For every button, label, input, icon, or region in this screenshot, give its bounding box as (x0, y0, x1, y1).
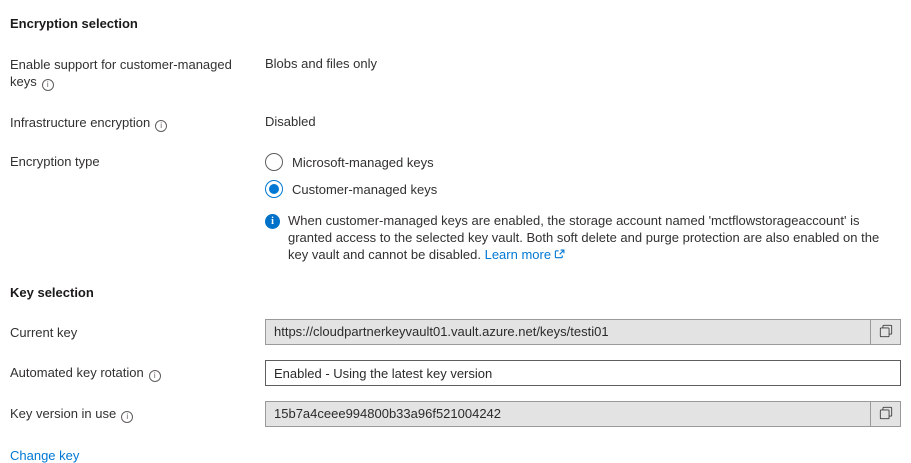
radio-option-microsoft-managed-keys[interactable]: Microsoft-managed keys (265, 153, 901, 171)
encryption-type-label-col: Encryption type (10, 153, 265, 170)
radio-option-label: Microsoft-managed keys (292, 155, 434, 170)
copy-icon (879, 406, 893, 423)
cmk-support-value-col: Blobs and files only (265, 56, 901, 71)
info-banner-text: When customer-managed keys are enabled, … (288, 212, 901, 264)
key-version-info-icon[interactable]: i (121, 411, 133, 423)
current-key-row: Current key https://cloudpartnerkeyvault… (10, 319, 901, 345)
current-key-label: Current key (10, 325, 77, 340)
radio-unselected-icon (265, 153, 283, 171)
infrastructure-encryption-label: Infrastructure encryption (10, 115, 150, 130)
automated-key-rotation-info-icon[interactable]: i (149, 370, 161, 382)
key-version-value-col: 15b7a4ceee994800b33a96f521004242 (265, 401, 901, 427)
cmk-support-label-col: Enable support for customer-managed keys… (10, 56, 265, 91)
current-key-field[interactable]: https://cloudpartnerkeyvault01.vault.azu… (265, 319, 901, 345)
automated-key-rotation-input[interactable] (265, 360, 901, 386)
infrastructure-encryption-info-icon[interactable]: i (155, 120, 167, 132)
current-key-value-col: https://cloudpartnerkeyvault01.vault.azu… (265, 319, 901, 345)
copy-icon (879, 324, 893, 341)
encryption-type-label: Encryption type (10, 154, 100, 169)
info-banner-icon: i (265, 214, 280, 229)
external-link-icon (554, 248, 565, 263)
automated-key-rotation-label: Automated key rotation (10, 365, 144, 380)
cmk-support-row: Enable support for customer-managed keys… (10, 56, 901, 91)
cmk-info-banner: i When customer-managed keys are enabled… (265, 212, 901, 264)
info-banner-message: When customer-managed keys are enabled, … (288, 213, 879, 262)
encryption-selection-heading: Encryption selection (10, 16, 901, 31)
key-version-row: Key version in use i 15b7a4ceee994800b33a… (10, 401, 901, 427)
radio-option-customer-managed-keys[interactable]: Customer-managed keys (265, 180, 901, 198)
radio-option-label: Customer-managed keys (292, 182, 437, 197)
automated-key-rotation-label-col: Automated key rotation i (10, 364, 265, 382)
change-key-link[interactable]: Change key (10, 448, 79, 463)
copy-current-key-button[interactable] (870, 320, 900, 344)
copy-key-version-button[interactable] (870, 402, 900, 426)
infrastructure-encryption-row: Infrastructure encryption i Disabled (10, 114, 901, 132)
encryption-type-value-col: Microsoft-managed keys Customer-managed … (265, 153, 901, 264)
learn-more-link[interactable]: Learn more (485, 247, 551, 262)
infrastructure-encryption-value: Disabled (265, 114, 316, 129)
key-version-field[interactable]: 15b7a4ceee994800b33a96f521004242 (265, 401, 901, 427)
current-key-value: https://cloudpartnerkeyvault01.vault.azu… (266, 320, 870, 344)
key-version-label-col: Key version in use i (10, 405, 265, 423)
automated-key-rotation-value-col (265, 360, 901, 386)
key-version-label: Key version in use (10, 406, 116, 421)
key-version-value: 15b7a4ceee994800b33a96f521004242 (266, 402, 870, 426)
current-key-label-col: Current key (10, 324, 265, 341)
encryption-settings-page: Encryption selection Enable support for … (0, 0, 911, 463)
infrastructure-encryption-value-col: Disabled (265, 114, 901, 129)
radio-selected-icon (265, 180, 283, 198)
key-selection-heading: Key selection (10, 285, 901, 300)
cmk-support-value: Blobs and files only (265, 56, 377, 71)
cmk-support-info-icon[interactable]: i (42, 79, 54, 91)
encryption-type-row: Encryption type Microsoft-managed keys C… (10, 153, 901, 264)
infrastructure-encryption-label-col: Infrastructure encryption i (10, 114, 265, 132)
automated-key-rotation-row: Automated key rotation i (10, 360, 901, 386)
